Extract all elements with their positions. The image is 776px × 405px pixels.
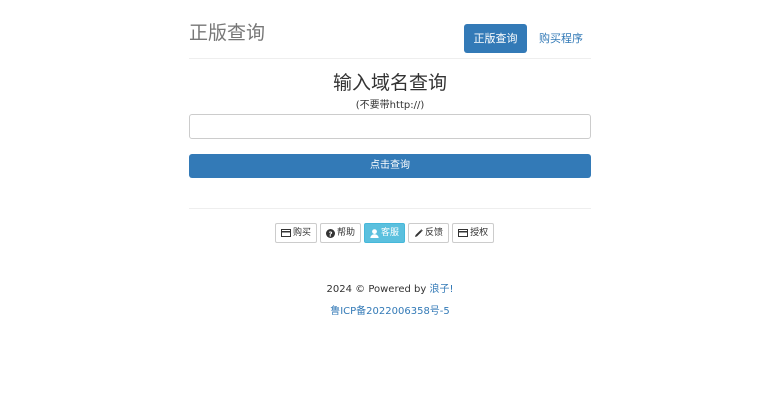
- copyright-text: 2024 © Powered by: [326, 284, 430, 295]
- feedback-button[interactable]: 反馈: [408, 223, 450, 243]
- copyright-line: 2024 © Powered by 浪子!: [189, 283, 591, 297]
- help-button[interactable]: ? 帮助: [320, 223, 362, 243]
- authorize-button[interactable]: 授权: [452, 223, 495, 243]
- svg-text:?: ?: [328, 230, 332, 238]
- nav-genuine-query-button[interactable]: 正版查询: [464, 24, 527, 53]
- nav-buy-program-link[interactable]: 购买程序: [539, 24, 583, 53]
- top-nav: 正版查询 购买程序: [464, 24, 583, 53]
- customer-service-button-label: 客服: [381, 228, 400, 238]
- icp-line: 鲁ICP备2022006358号-5: [189, 305, 591, 319]
- query-hint: (不要带http://): [355, 100, 425, 111]
- domain-input[interactable]: [189, 114, 591, 139]
- section-divider: [189, 208, 591, 209]
- query-submit-button[interactable]: 点击查询: [189, 154, 591, 178]
- question-circle-icon: ?: [326, 228, 336, 238]
- buy-button[interactable]: 购买: [275, 223, 318, 243]
- card-icon: [458, 229, 469, 237]
- user-icon: [370, 228, 379, 238]
- customer-service-button[interactable]: 客服: [364, 223, 406, 243]
- card-icon: [281, 229, 291, 237]
- page-title: 正版查询: [189, 22, 266, 44]
- action-button-group: 购买 ? 帮助 客服 反馈 授权: [275, 223, 497, 243]
- icp-link[interactable]: 鲁ICP备2022006358号-5: [330, 306, 450, 317]
- header-divider: [189, 58, 591, 59]
- feedback-button-label: 反馈: [425, 228, 444, 238]
- query-heading: 输入域名查询: [332, 72, 447, 94]
- author-link[interactable]: 浪子!: [429, 284, 453, 295]
- buy-button-label: 购买: [293, 228, 312, 238]
- pencil-icon: [414, 228, 423, 238]
- authorize-button-label: 授权: [470, 228, 489, 238]
- page-container: 正版查询 正版查询 购买程序 输入域名查询 (不要带http://) 点击查询 …: [0, 0, 776, 405]
- help-button-label: 帮助: [337, 228, 356, 238]
